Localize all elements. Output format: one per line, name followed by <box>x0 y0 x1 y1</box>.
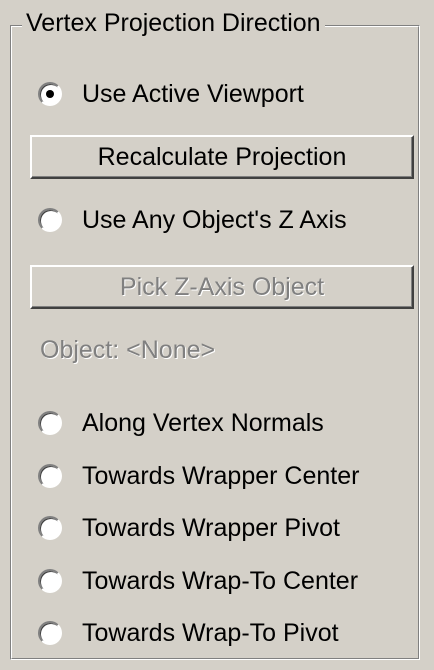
radio-button[interactable] <box>38 411 62 435</box>
recalculate-projection-button[interactable]: Recalculate Projection <box>30 135 414 179</box>
radio-button[interactable] <box>38 464 62 488</box>
radio-label: Along Vertex Normals <box>82 408 324 437</box>
radio-label: Towards Wrapper Center <box>82 461 360 490</box>
radio-along-vertex-normals[interactable]: Along Vertex Normals <box>38 403 324 443</box>
radio-towards-wrapper-center[interactable]: Towards Wrapper Center <box>38 456 359 496</box>
radio-label: Towards Wrapper Pivot <box>82 513 340 542</box>
radio-button[interactable] <box>38 621 62 645</box>
radio-use-any-object-z-axis[interactable]: Use Any Object's Z Axis <box>38 200 347 240</box>
radio-use-active-viewport[interactable]: Use Active Viewport <box>38 74 304 114</box>
radio-towards-wrap-to-center[interactable]: Towards Wrap-To Center <box>38 561 358 601</box>
radio-dot-icon <box>46 90 54 98</box>
object-status-label: Object: <None> <box>40 335 216 364</box>
pick-z-axis-object-button[interactable]: Pick Z-Axis Object <box>30 265 414 309</box>
radio-label: Use Any Object's Z Axis <box>82 205 347 234</box>
radio-label: Use Active Viewport <box>82 79 304 108</box>
radio-button-selected[interactable] <box>38 82 62 106</box>
radio-button[interactable] <box>38 569 62 593</box>
radio-label: Towards Wrap-To Pivot <box>82 618 339 647</box>
radio-button[interactable] <box>38 516 62 540</box>
radio-towards-wrapper-pivot[interactable]: Towards Wrapper Pivot <box>38 508 340 548</box>
radio-towards-wrap-to-pivot[interactable]: Towards Wrap-To Pivot <box>38 613 339 653</box>
radio-label: Towards Wrap-To Center <box>82 566 359 595</box>
radio-button[interactable] <box>38 208 62 232</box>
group-title: Vertex Projection Direction <box>22 6 325 40</box>
